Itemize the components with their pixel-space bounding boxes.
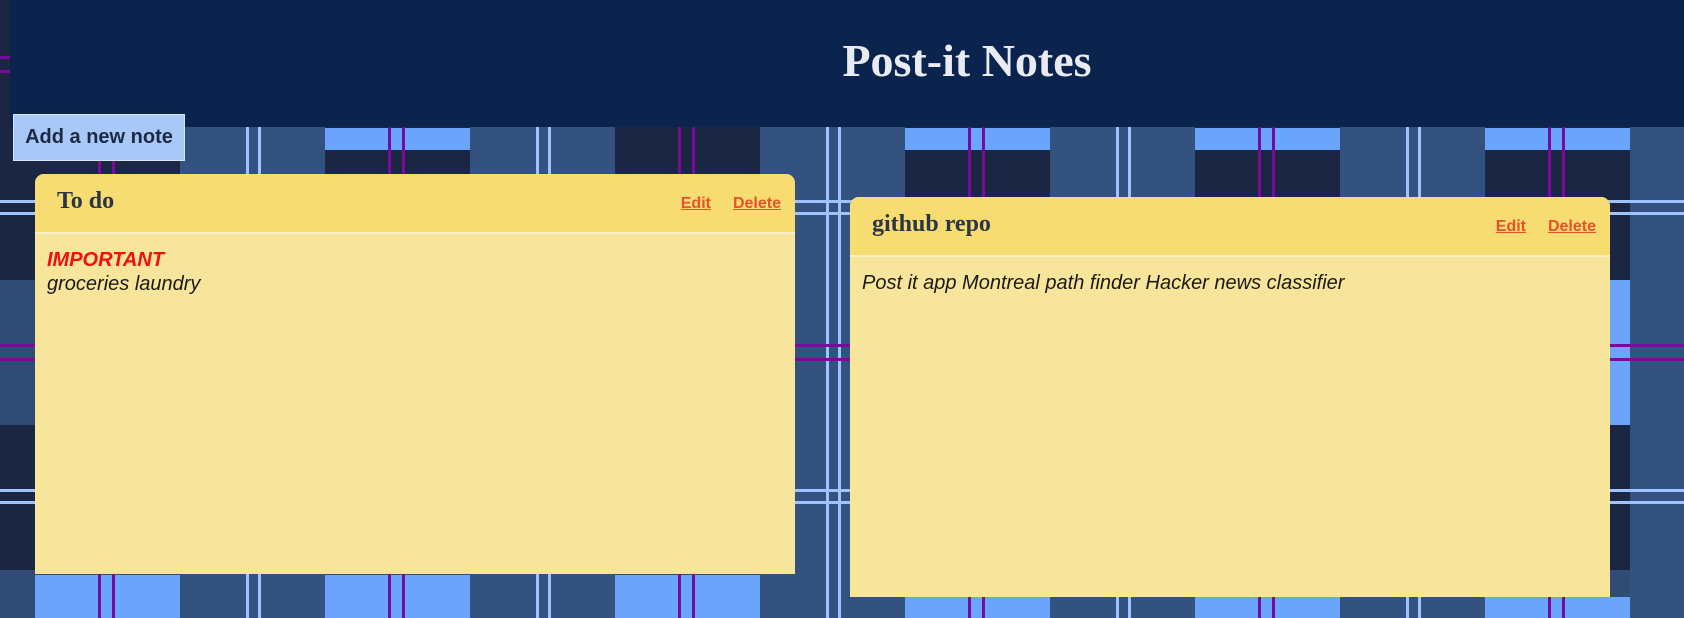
note-actions: Edit Delete — [1474, 218, 1596, 236]
plaid-block — [1195, 128, 1340, 150]
edit-link[interactable]: Edit — [681, 195, 711, 212]
add-note-button[interactable]: Add a new note — [13, 114, 185, 161]
note-title: github repo — [872, 211, 991, 237]
delete-link[interactable]: Delete — [1548, 218, 1596, 235]
note-text: Post it app Montreal path finder Hacker … — [862, 272, 1345, 294]
plaid-block — [1610, 280, 1630, 425]
plaid-block — [905, 128, 1050, 150]
note-title: To do — [57, 188, 115, 214]
note-header: To do Edit Delete — [35, 174, 795, 234]
plaid-block — [35, 575, 180, 618]
page-title: Post-it Notes — [842, 35, 1092, 86]
plaid-block — [1485, 597, 1630, 618]
note-actions: Edit Delete — [659, 195, 781, 213]
note-header: github repo Edit Delete — [850, 197, 1610, 257]
note-card: To do Edit Delete IMPORTANT groceries lau… — [35, 174, 795, 574]
note-text: groceries laundry — [47, 273, 201, 295]
plaid-block — [1485, 128, 1630, 150]
note-card: github repo Edit Delete Post it app Montr… — [850, 197, 1610, 597]
plaid-block — [1195, 597, 1340, 618]
note-body: Post it app Montreal path finder Hacker … — [850, 257, 1610, 309]
plaid-block — [615, 575, 760, 618]
page-header: Post-it Notes — [10, 0, 1684, 127]
important-label: IMPORTANT — [47, 249, 165, 271]
delete-link[interactable]: Delete — [733, 195, 781, 212]
plaid-block — [325, 128, 470, 150]
edit-link[interactable]: Edit — [1496, 218, 1526, 235]
plaid-block — [325, 575, 470, 618]
note-body: IMPORTANT groceries laundry — [35, 234, 795, 310]
plaid-block — [905, 597, 1050, 618]
